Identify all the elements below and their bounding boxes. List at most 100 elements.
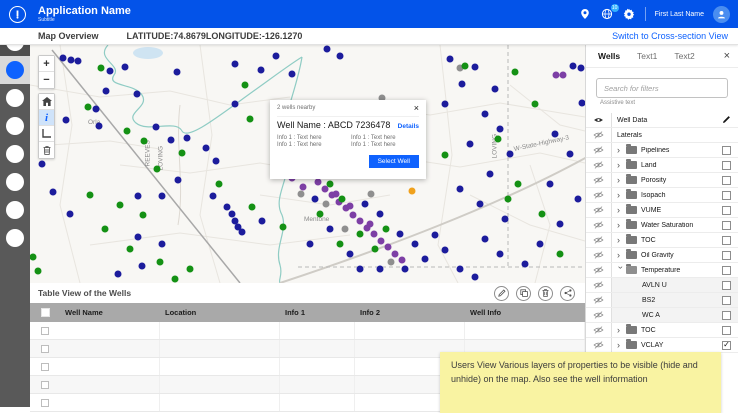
- well-marker[interactable]: [232, 101, 239, 108]
- well-marker[interactable]: [187, 266, 194, 273]
- well-marker[interactable]: [560, 72, 567, 79]
- well-marker[interactable]: [154, 166, 161, 173]
- eye-off-icon[interactable]: [586, 263, 612, 277]
- well-marker[interactable]: [174, 69, 181, 76]
- well-marker[interactable]: [175, 177, 182, 184]
- row-checkbox[interactable]: [41, 327, 49, 335]
- well-marker[interactable]: [567, 151, 574, 158]
- well-marker[interactable]: [107, 68, 114, 75]
- well-marker[interactable]: [140, 212, 147, 219]
- sidebar-item-7[interactable]: [0, 196, 30, 224]
- well-marker[interactable]: [472, 64, 479, 71]
- layer-checkbox[interactable]: [722, 251, 731, 260]
- well-marker[interactable]: [324, 46, 331, 53]
- well-marker[interactable]: [289, 71, 296, 78]
- layer-row-vume[interactable]: ›VUME: [586, 203, 738, 218]
- well-marker[interactable]: [392, 251, 399, 258]
- well-marker[interactable]: [242, 82, 249, 89]
- well-marker[interactable]: [68, 57, 75, 64]
- app-logo[interactable]: [0, 6, 34, 23]
- well-marker[interactable]: [172, 276, 179, 283]
- well-marker[interactable]: [383, 226, 390, 233]
- well-marker[interactable]: [357, 218, 364, 225]
- well-marker[interactable]: [249, 204, 256, 211]
- well-marker[interactable]: [442, 247, 449, 254]
- layer-checkbox[interactable]: [722, 221, 731, 230]
- eye-off-icon[interactable]: [586, 308, 612, 322]
- layer-row-vclay[interactable]: ›VCLAY✓: [586, 338, 738, 353]
- well-marker[interactable]: [522, 261, 529, 268]
- well-marker[interactable]: [342, 226, 349, 233]
- chevron-right-icon[interactable]: ›: [617, 221, 625, 229]
- sidebar-item-6[interactable]: [0, 168, 30, 196]
- well-marker[interactable]: [102, 226, 109, 233]
- eye-off-icon[interactable]: [586, 188, 612, 202]
- row-checkbox[interactable]: [41, 381, 49, 389]
- layer-row-well-data[interactable]: Well Data: [586, 113, 738, 128]
- layer-checkbox-checked[interactable]: ✓: [722, 341, 731, 350]
- eye-off-icon[interactable]: [586, 338, 612, 352]
- well-marker[interactable]: [141, 138, 148, 145]
- zoom-in-button[interactable]: +: [39, 56, 54, 72]
- well-marker[interactable]: [399, 257, 406, 264]
- tab-wells[interactable]: Wells: [598, 51, 620, 61]
- well-marker[interactable]: [515, 181, 522, 188]
- well-marker[interactable]: [117, 202, 124, 209]
- well-marker[interactable]: [497, 126, 504, 133]
- well-marker[interactable]: [96, 123, 103, 130]
- well-marker[interactable]: [539, 211, 546, 218]
- trash-button[interactable]: [39, 142, 54, 158]
- well-marker[interactable]: [239, 229, 246, 236]
- well-marker[interactable]: [75, 58, 82, 65]
- well-marker[interactable]: [472, 274, 479, 281]
- filter-search-input[interactable]: [597, 84, 727, 93]
- well-marker[interactable]: [497, 251, 504, 258]
- select-all-checkbox[interactable]: [41, 308, 50, 317]
- layer-row-porosity[interactable]: ›Porosity: [586, 173, 738, 188]
- location-pin-icon[interactable]: [579, 8, 592, 21]
- well-marker[interactable]: [339, 196, 346, 203]
- sidebar-item-3[interactable]: [0, 84, 30, 112]
- chevron-right-icon[interactable]: ›: [617, 236, 625, 244]
- well-marker[interactable]: [232, 61, 239, 68]
- well-marker[interactable]: [371, 231, 378, 238]
- chevron-right-icon[interactable]: ›: [617, 326, 625, 334]
- well-marker[interactable]: [532, 101, 539, 108]
- eye-off-icon[interactable]: [586, 158, 612, 172]
- layer-row-avln-u[interactable]: AVLN U: [586, 278, 738, 293]
- delete-icon[interactable]: [538, 286, 553, 301]
- copy-icon[interactable]: [516, 286, 531, 301]
- well-marker[interactable]: [457, 186, 464, 193]
- layer-row-laterals[interactable]: Laterals: [586, 128, 738, 143]
- well-marker[interactable]: [378, 238, 385, 245]
- layer-checkbox[interactable]: [722, 206, 731, 215]
- sidebar-item-5[interactable]: [0, 140, 30, 168]
- layer-checkbox[interactable]: [722, 161, 731, 170]
- edit-icon[interactable]: [494, 286, 509, 301]
- row-checkbox[interactable]: [41, 345, 49, 353]
- well-marker[interactable]: [224, 204, 231, 211]
- row-checkbox[interactable]: [41, 399, 49, 407]
- well-marker[interactable]: [552, 131, 559, 138]
- well-marker[interactable]: [502, 216, 509, 223]
- layer-checkbox[interactable]: [722, 311, 731, 320]
- well-marker[interactable]: [159, 241, 166, 248]
- well-marker[interactable]: [327, 226, 334, 233]
- chevron-right-icon[interactable]: ›: [617, 341, 625, 349]
- info-button[interactable]: i: [39, 110, 54, 126]
- well-marker[interactable]: [337, 53, 344, 60]
- layer-row-water-saturation[interactable]: ›Water Saturation: [586, 218, 738, 233]
- layer-checkbox[interactable]: [722, 236, 731, 245]
- well-marker[interactable]: [487, 171, 494, 178]
- layer-checkbox[interactable]: [722, 326, 731, 335]
- well-marker[interactable]: [350, 212, 357, 219]
- well-marker[interactable]: [30, 254, 37, 261]
- map-canvas[interactable]: OrlaREEVESLOVINGMentoneLOVINGW-State-Hig…: [30, 45, 585, 283]
- layer-row-toc[interactable]: ›TOC: [586, 233, 738, 248]
- well-marker[interactable]: [462, 63, 469, 70]
- well-marker[interactable]: [35, 268, 42, 275]
- well-marker[interactable]: [184, 135, 191, 142]
- well-marker[interactable]: [482, 236, 489, 243]
- well-marker[interactable]: [247, 116, 254, 123]
- well-marker[interactable]: [347, 203, 354, 210]
